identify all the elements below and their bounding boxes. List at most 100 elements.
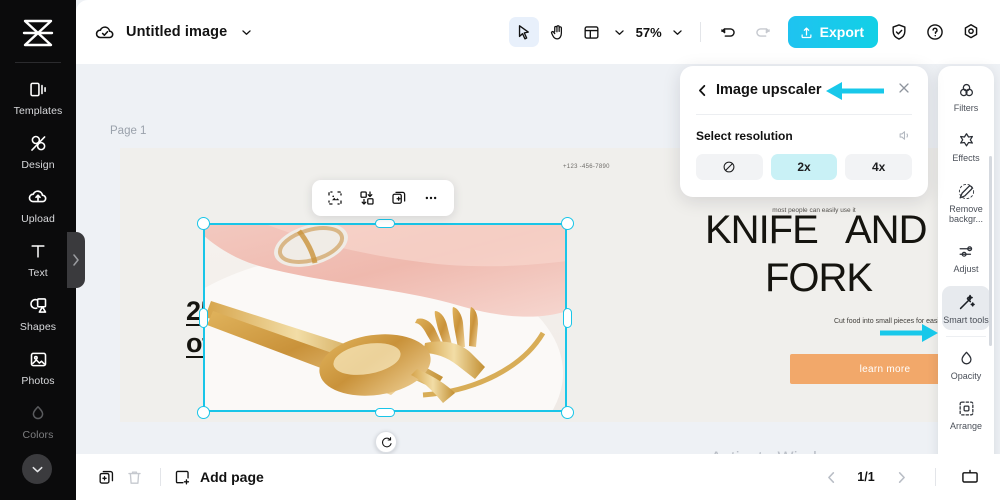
image-upscaler-panel: Image upscaler Select resolution 2x 4x: [680, 66, 928, 197]
right-item-effects[interactable]: Effects: [942, 124, 990, 168]
design-phone-text: +123 -456-7890: [563, 164, 610, 170]
zoom-chevron-down-icon[interactable]: [669, 19, 687, 45]
right-sidebar: Filters Effects Remove backgr... Adjust …: [938, 66, 994, 474]
right-item-opacity[interactable]: Opacity: [942, 342, 990, 386]
sidebar-item-text[interactable]: Text: [3, 231, 73, 285]
more-options-icon[interactable]: [418, 185, 444, 211]
resolution-option-none[interactable]: [696, 154, 763, 180]
delete-page-trash-icon[interactable]: [120, 463, 148, 491]
prev-page-chevron-left-icon[interactable]: [817, 463, 845, 491]
page-navigation: 1/1: [817, 463, 984, 491]
page-indicator: 1/1: [857, 470, 875, 484]
document-title[interactable]: Untitled image: [126, 24, 227, 40]
right-label-filters: Filters: [953, 103, 979, 113]
present-icon[interactable]: [956, 463, 984, 491]
sidebar-more-chevron-down-icon[interactable]: [22, 454, 52, 484]
sidebar-divider: [15, 62, 61, 63]
right-sidebar-scrollbar[interactable]: [989, 156, 992, 346]
panel-divider: [696, 114, 912, 115]
selected-image-cutlery[interactable]: [203, 223, 567, 412]
resolution-option-4x[interactable]: 4x: [845, 154, 913, 180]
sidebar-item-design[interactable]: Design: [3, 123, 73, 177]
right-item-smart-tools[interactable]: Smart tools: [942, 285, 990, 331]
zoom-level[interactable]: 57%: [633, 25, 665, 40]
settings-gear-icon[interactable]: [956, 17, 986, 47]
sidebar-item-upload[interactable]: Upload: [3, 177, 73, 231]
export-button[interactable]: Export: [787, 16, 878, 48]
add-page-label: Add page: [200, 469, 264, 485]
panel-header: Image upscaler: [696, 66, 912, 114]
design-cta-button[interactable]: learn more: [790, 354, 958, 384]
panel-close-icon[interactable]: [896, 80, 916, 100]
sidebar-label-design: Design: [21, 159, 55, 171]
sidebar-label-templates: Templates: [13, 105, 63, 117]
capcut-editor-window: Templates Design Upload Text Shapes Phot…: [0, 0, 1000, 500]
cloud-saved-icon[interactable]: [94, 21, 116, 43]
add-page-button[interactable]: Add page: [173, 468, 264, 487]
resize-handle-left[interactable]: [199, 308, 208, 328]
sidebar-label-upload: Upload: [21, 213, 55, 225]
capcut-logo-icon[interactable]: [16, 14, 60, 52]
next-page-chevron-right-icon[interactable]: [887, 463, 915, 491]
duplicate-page-icon[interactable]: [92, 463, 120, 491]
document-title-chevron-down-icon[interactable]: [237, 19, 255, 45]
right-item-remove-background[interactable]: Remove backgr...: [942, 175, 990, 230]
sidebar-expand-chevron-right-icon[interactable]: [67, 232, 85, 288]
hand-tool-button[interactable]: [543, 17, 573, 47]
resize-handle-bottom-right[interactable]: [561, 406, 574, 419]
layout-chevron-down-icon[interactable]: [611, 19, 629, 45]
effects-icon: [957, 131, 976, 150]
adjust-icon: [957, 242, 976, 261]
duplicate-icon[interactable]: [386, 185, 412, 211]
resize-handle-top-left[interactable]: [197, 217, 210, 230]
color-drop-icon: [26, 401, 50, 425]
resize-handle-top[interactable]: [375, 219, 395, 228]
bottom-divider-2: [935, 468, 936, 486]
sidebar-label-shapes: Shapes: [19, 321, 57, 333]
crop-image-icon[interactable]: [322, 185, 348, 211]
opacity-icon: [957, 349, 976, 368]
text-icon: [26, 239, 50, 263]
sidebar-item-templates[interactable]: Templates: [3, 69, 73, 123]
design-icon: [26, 131, 50, 155]
resize-handle-bottom-left[interactable]: [197, 406, 210, 419]
object-toolbar: [312, 180, 454, 216]
shield-check-icon[interactable]: [884, 17, 914, 47]
sidebar-item-colors[interactable]: Colors: [3, 393, 73, 447]
resolution-label: Select resolution: [696, 128, 793, 143]
upload-icon: [799, 25, 814, 40]
resolution-option-2x[interactable]: 2x: [770, 154, 838, 180]
none-disabled-icon: [722, 160, 736, 174]
sidebar-item-shapes[interactable]: Shapes: [3, 285, 73, 339]
export-label: Export: [819, 24, 864, 40]
right-item-adjust[interactable]: Adjust: [942, 235, 990, 279]
design-headline-fork: FORK: [765, 256, 873, 300]
right-label-arrange: Arrange: [949, 421, 983, 432]
resize-handle-right[interactable]: [563, 308, 572, 328]
right-label-adjust: Adjust: [953, 264, 979, 275]
right-label-effects: Effects: [952, 153, 980, 164]
replace-image-icon[interactable]: [354, 185, 380, 211]
resolution-options: 2x 4x: [696, 154, 913, 180]
resize-handle-top-right[interactable]: [561, 217, 574, 230]
resolution-section-header: Select resolution: [696, 128, 912, 143]
upload-cloud-icon: [26, 185, 50, 209]
right-label-opacity: Opacity: [950, 371, 982, 382]
resize-handle-bottom[interactable]: [375, 408, 395, 417]
speaker-info-icon[interactable]: [897, 128, 912, 143]
bottom-divider: [160, 468, 161, 486]
help-icon[interactable]: [920, 17, 950, 47]
undo-button[interactable]: [714, 17, 744, 47]
right-item-arrange[interactable]: Arrange: [942, 392, 990, 436]
right-item-filters[interactable]: Filters: [942, 74, 990, 118]
select-tool-button[interactable]: [508, 17, 539, 47]
layout-tool-button[interactable]: [577, 17, 607, 47]
photos-icon: [26, 347, 50, 371]
sidebar-item-photos[interactable]: Photos: [3, 339, 73, 393]
redo-button[interactable]: [748, 17, 778, 47]
bottom-toolbar: Add page 1/1: [76, 454, 1000, 500]
filters-icon: [957, 81, 976, 100]
top-toolbar: Untitled image 57% Export: [76, 0, 1000, 64]
rotate-handle[interactable]: [375, 431, 397, 453]
panel-back-chevron-left-icon[interactable]: [696, 84, 709, 97]
